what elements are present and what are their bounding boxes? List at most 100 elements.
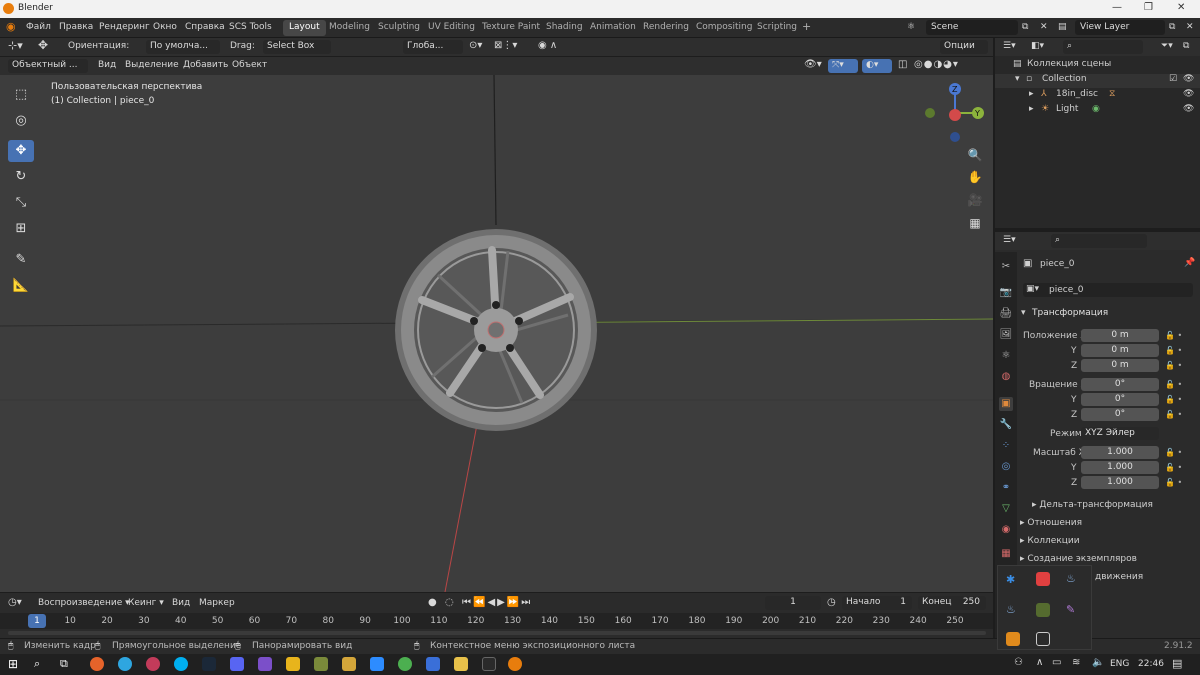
measure-tool-button[interactable]: 📐 [8,275,34,297]
tab-rendering[interactable]: Rendering [637,20,695,36]
add-workspace-button[interactable]: + [798,20,815,36]
eye-icon[interactable]: 👁 [1183,74,1194,84]
material-tab-icon[interactable]: ◉ [999,523,1013,537]
annotate-tool-button[interactable]: ✎ [8,249,34,271]
bluetooth-icon[interactable]: ✱ [1006,573,1020,587]
timeline-scrollbar[interactable] [8,631,986,635]
menu-file[interactable]: Файл [26,22,51,32]
menu-render[interactable]: Рендеринг [99,22,150,32]
collapse-arrow-icon[interactable]: ▾ [1021,308,1026,318]
search-icon[interactable]: ⌕ [34,657,40,671]
eye-icon[interactable]: 👁 [1183,104,1194,114]
location-y-field[interactable]: 0 m [1081,344,1159,357]
grid-perspective-icon[interactable]: ▦ [964,213,986,233]
tab-animation[interactable]: Animation [584,20,642,36]
location-x-field[interactable]: 0 m [1081,329,1159,342]
expand-arrow-icon[interactable]: ▸ [1029,104,1034,114]
discord-icon[interactable] [230,657,244,671]
tab-compositing[interactable]: Compositing [690,20,758,36]
delete-scene-icon[interactable]: ✕ [1040,22,1048,32]
rotate-tool-button[interactable]: ↻ [8,166,34,188]
rotation-z-field[interactable]: 0° [1081,408,1159,421]
steam-taskbar-icon[interactable] [202,657,216,671]
rotation-mode-dropdown[interactable]: XYZ Эйлер [1081,427,1159,440]
shading-modes-icon[interactable]: ◎●◑◕▾ [914,59,959,70]
delete-view-layer-icon[interactable]: ✕ [1186,22,1194,32]
lock-icon[interactable]: 🔓 • [1165,380,1182,389]
view-layer-tab-icon[interactable]: 🖼 [999,328,1013,342]
restore-icon[interactable]: ❐ [1144,2,1153,13]
world-tab-icon[interactable]: ◍ [999,370,1013,384]
telegram-icon[interactable] [118,657,132,671]
editor-type-icon[interactable]: ☰▾ [1003,235,1016,245]
outliner-row-light[interactable]: ▸ ☀ Light ◉ 👁 [995,104,1200,118]
record-icon[interactable]: ● [428,597,437,608]
app-green-icon[interactable] [398,657,412,671]
proportional-edit-icon[interactable]: ◉ ∧ [538,40,557,51]
keyframe-icon[interactable]: ◌ [445,597,454,608]
mode-dropdown[interactable]: Объектный ... [8,59,88,73]
app-blue-icon[interactable] [426,657,440,671]
scale-tool-button[interactable]: ⤡ [8,192,34,214]
particles-tab-icon[interactable]: ⁘ [999,439,1013,453]
lock-icon[interactable]: 🔓 • [1165,331,1182,340]
tray-chevron-icon[interactable]: ∧ [1036,657,1043,668]
instancing-section[interactable]: ▸ Создание экземпляров [1020,554,1137,564]
xray-icon[interactable]: ◫ [898,59,907,70]
blender-menu-icon[interactable]: ◉ [6,20,16,33]
app-dark-icon[interactable] [482,657,496,671]
menu-add[interactable]: Добавить [183,60,228,70]
skype-icon[interactable] [174,657,188,671]
outliner-row-scene-collection[interactable]: ▤ Коллекция сцены [995,59,1200,73]
modifier-tab-icon[interactable]: 🔧 [999,418,1013,432]
collections-section[interactable]: ▸ Коллекции [1020,536,1080,546]
new-scene-icon[interactable]: ⧉ [1022,22,1028,32]
outliner-row-disc[interactable]: ▸ ⅄ 18in_disc ⧖ 👁 [995,89,1200,103]
zoom-app-icon[interactable] [370,657,384,671]
display-mode-icon[interactable]: ◧▾ [1031,41,1044,51]
playback-menu[interactable]: Воспроизведение ▾ [38,598,130,608]
task-view-icon[interactable]: ⧉ [60,657,68,671]
close-icon[interactable]: ✕ [1177,2,1185,13]
outliner-search-input[interactable]: ⌕ [1063,40,1143,54]
blender-taskbar-icon[interactable] [508,657,522,671]
output-tab-icon[interactable]: 🖨 [999,307,1013,321]
minimize-icon[interactable]: — [1112,2,1122,13]
render-tab-icon[interactable]: 📷 [999,286,1013,300]
app-white-icon[interactable] [1036,632,1050,646]
delta-transform-section[interactable]: ▸ Дельта-трансформация [1032,500,1153,510]
scene-selector[interactable]: Scene [926,20,1018,35]
scale-y-field[interactable]: 1.000 [1081,461,1159,474]
timeline-editor-icon[interactable]: ◷▾ [8,597,22,608]
app-red-icon[interactable] [146,657,160,671]
menu-object[interactable]: Объект [232,60,267,70]
texture-tab-icon[interactable]: ▦ [999,547,1013,561]
drag-dropdown[interactable]: Select Box [263,40,331,54]
properties-search-input[interactable]: ⌕ [1051,234,1147,248]
menu-window[interactable]: Окно [153,22,177,32]
people-icon[interactable]: ⚇ [1014,657,1023,668]
visual-studio-icon[interactable] [258,657,272,671]
playback-controls-icon[interactable]: ⏮⏪◀▶⏩⏭ [462,597,532,608]
app-orange-icon[interactable] [1006,632,1020,646]
physics-tab-icon[interactable]: ◎ [999,460,1013,474]
tool-settings-icon[interactable]: ⊹▾ [8,39,23,52]
menu-view[interactable]: Вид [98,60,116,70]
menu-select[interactable]: Выделение [125,60,179,70]
tool-tab-icon[interactable]: ✂ [999,260,1013,274]
relations-section[interactable]: ▸ Отношения [1020,518,1082,528]
scale-z-field[interactable]: 1.000 [1081,476,1159,489]
lock-icon[interactable]: 🔓 • [1165,410,1182,419]
zoom-icon[interactable]: 🔍 [964,145,986,165]
app-tray-icon[interactable] [1036,572,1050,586]
end-frame-field[interactable]: Конец 250 [918,596,986,610]
marker-menu[interactable]: Маркер [199,598,235,608]
tab-shading[interactable]: Shading [540,20,589,36]
wifi-icon[interactable]: ≋ [1072,657,1080,668]
app-yellow-icon[interactable] [286,657,300,671]
menu-help[interactable]: Справка [185,22,225,32]
menu-edit[interactable]: Правка [59,22,93,32]
options-dropdown[interactable]: Опции [940,40,988,54]
language-indicator[interactable]: ENG [1110,659,1129,669]
tab-sculpting[interactable]: Sculpting [372,20,426,36]
